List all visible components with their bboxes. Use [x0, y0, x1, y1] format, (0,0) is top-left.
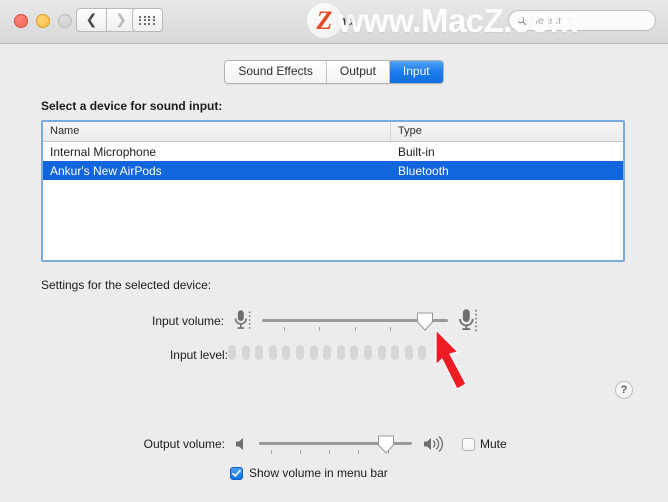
tab-sound-effects[interactable]: Sound Effects	[225, 61, 327, 83]
mute-label: Mute	[480, 437, 507, 451]
level-segment	[309, 345, 318, 360]
show-volume-menubar-checkbox[interactable]	[230, 466, 243, 480]
tab-bar: Sound Effects Output Input	[0, 60, 668, 84]
level-segment	[336, 345, 345, 360]
tab-input[interactable]: Input	[389, 61, 443, 83]
show-volume-menubar-group[interactable]: Show volume in menu bar	[230, 466, 388, 480]
mute-checkbox-group[interactable]: Mute	[462, 437, 507, 451]
output-volume-label: Output volume:	[143, 437, 225, 451]
device-section-heading: Select a device for sound input:	[41, 99, 223, 113]
microphone-small-icon	[234, 310, 251, 329]
level-segment	[363, 345, 372, 360]
device-name: Ankur's New AirPods	[50, 163, 162, 178]
mute-checkbox[interactable]	[462, 437, 475, 451]
input-device-table[interactable]: Name Type Internal Microphone Built-in A…	[41, 120, 625, 262]
device-type: Bluetooth	[398, 163, 449, 178]
level-segment	[268, 345, 277, 360]
input-level-meter	[228, 345, 427, 360]
speaker-mute-icon	[236, 438, 243, 450]
window-titlebar: ❮ ❯ Sound Search	[0, 0, 668, 44]
annotation-arrow-icon	[435, 329, 467, 390]
output-volume-slider-thumb[interactable]	[377, 435, 394, 454]
level-segment	[228, 345, 236, 360]
tab-output[interactable]: Output	[326, 61, 390, 83]
input-volume-slider[interactable]	[261, 310, 448, 332]
search-input[interactable]: Search	[508, 10, 656, 31]
column-header-type[interactable]: Type	[391, 122, 623, 141]
level-segment	[241, 345, 250, 360]
input-level-label: Input level:	[169, 348, 228, 362]
checkmark-icon	[232, 469, 241, 477]
show-volume-menubar-label: Show volume in menu bar	[249, 466, 388, 480]
output-volume-slider[interactable]	[259, 433, 412, 455]
search-icon	[516, 15, 527, 26]
column-header-name[interactable]: Name	[43, 122, 391, 141]
sound-preferences-window: ❮ ❯ Sound Search Sound Effects Output In…	[0, 0, 668, 502]
level-segment	[255, 345, 264, 360]
table-header-row: Name Type	[43, 122, 623, 142]
device-type: Built-in	[398, 144, 435, 159]
speaker-loud-icon	[424, 436, 444, 452]
input-volume-row: Input volume:	[41, 308, 481, 334]
input-volume-label: Input volume:	[152, 314, 225, 328]
table-row[interactable]: Internal Microphone Built-in	[43, 142, 623, 161]
level-segment	[377, 345, 386, 360]
level-segment	[295, 345, 304, 360]
level-segment	[323, 345, 332, 360]
output-volume-row: Output volume: Mute	[125, 433, 507, 455]
search-placeholder: Search	[531, 14, 565, 27]
device-name: Internal Microphone	[50, 144, 157, 159]
level-segment	[350, 345, 359, 360]
level-segment	[404, 345, 413, 360]
table-row[interactable]: Ankur's New AirPods Bluetooth	[43, 161, 623, 180]
level-segment	[391, 345, 400, 360]
settings-section-heading: Settings for the selected device:	[41, 278, 212, 292]
level-segment	[282, 345, 291, 360]
help-button[interactable]: ?	[615, 381, 633, 399]
